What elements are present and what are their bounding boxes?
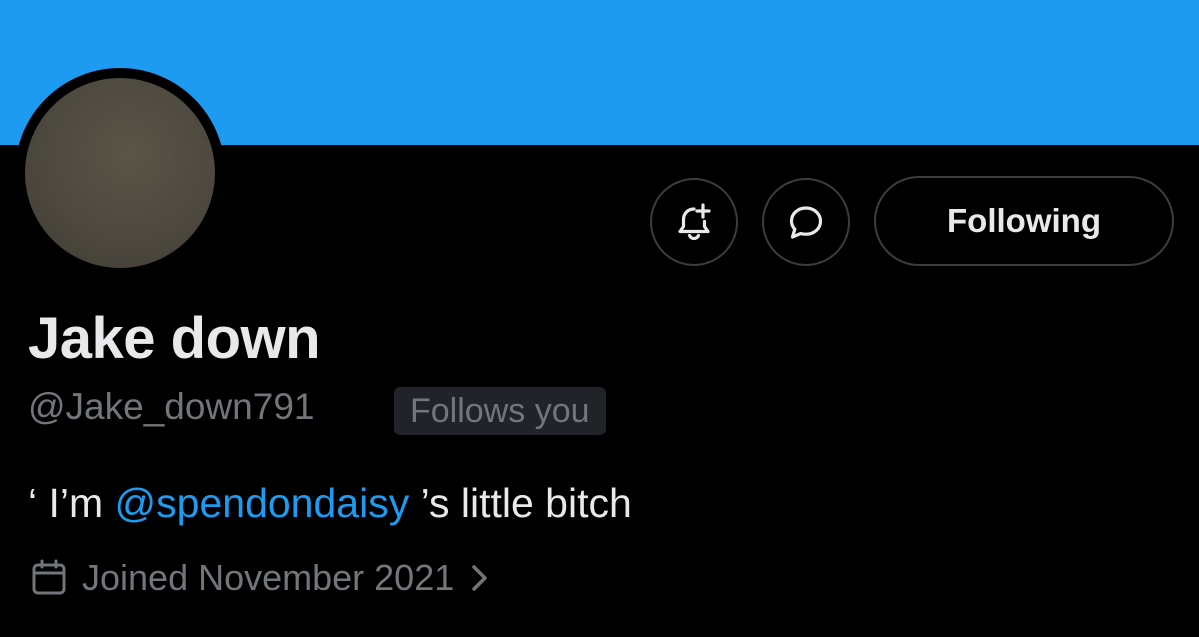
bell-plus-icon xyxy=(678,203,711,241)
joined-date-text: Joined November 2021 xyxy=(82,557,455,598)
notifications-button[interactable] xyxy=(650,178,738,266)
user-handle: @Jake_down791 xyxy=(28,386,315,427)
profile-bio: ‘ I’m @spendondaisy ’s little bitch xyxy=(28,480,632,527)
follows-you-badge: Follows you xyxy=(394,387,606,435)
message-bubble-icon xyxy=(789,206,823,239)
chevron-right-icon xyxy=(472,565,487,591)
bio-text-prefix: ‘ I’m xyxy=(28,480,115,526)
display-name: Jake down xyxy=(28,306,321,371)
profile-page: Following Jake down @Jake_down791 Follow… xyxy=(0,0,1199,637)
message-button[interactable] xyxy=(762,178,850,266)
bio-text-suffix: ’s little bitch xyxy=(409,480,632,526)
avatar-border xyxy=(15,68,225,278)
calendar-icon xyxy=(32,559,66,595)
joined-date-row[interactable]: Joined November 2021 xyxy=(28,556,494,600)
avatar[interactable] xyxy=(25,78,215,268)
bio-mention-link[interactable]: @spendondaisy xyxy=(115,480,410,526)
following-button[interactable]: Following xyxy=(874,176,1174,266)
